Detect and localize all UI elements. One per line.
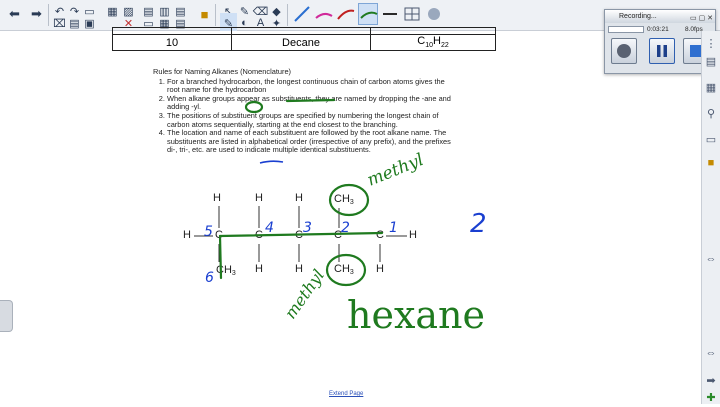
atom-h: H — [213, 192, 221, 204]
toolbar-divider — [287, 4, 288, 26]
atom-c: C — [295, 229, 303, 241]
methyl-group-bottom-left: CH3 — [216, 264, 236, 277]
record-button[interactable] — [611, 38, 637, 64]
pen-color-1[interactable] — [292, 3, 312, 25]
atom-h: H — [295, 192, 303, 204]
gallery-icon[interactable]: ▦ — [703, 81, 719, 97]
expand-arrows-icon[interactable]: ⇔ — [703, 253, 719, 269]
rule-item: The location and name of each substituen… — [167, 128, 453, 155]
sidebar-grip-icon[interactable]: ⋮ — [703, 37, 719, 53]
formula-text: C — [417, 35, 426, 48]
extend-page-link[interactable]: Extend Page — [329, 391, 363, 397]
formula-text: H — [433, 35, 441, 48]
attachments-icon[interactable]: ⚲ — [703, 107, 719, 123]
rule-item: The positions of substituent groups are … — [167, 111, 453, 129]
insert-table-icon[interactable]: ▦ — [104, 1, 121, 21]
atom-h: H — [183, 229, 191, 241]
rule-item: When alkane groups appear as substituent… — [167, 94, 453, 112]
subscript-3: 3 — [349, 199, 354, 206]
atom-h: H — [255, 263, 263, 275]
formula-subscript: 10 — [425, 42, 433, 50]
table-row: 10 Decane C10H22 — [112, 34, 496, 51]
nomenclature-rules: Rules for Naming Alkanes (Nomenclature) … — [153, 67, 453, 155]
collapse-arrows-icon[interactable]: ⇔ — [703, 347, 719, 363]
atom-c: C — [215, 229, 223, 241]
back-arrow-icon[interactable]: ⬅ — [6, 4, 23, 24]
table-cell-formula: C10H22 — [370, 34, 496, 51]
atom-h: H — [376, 263, 384, 275]
add-page-icon[interactable]: ➡ — [703, 374, 719, 390]
volume-slider[interactable] — [608, 26, 644, 33]
subscript-3: 3 — [231, 270, 236, 277]
pen-color-5[interactable] — [380, 3, 400, 25]
recording-time: 0:03:21 — [647, 26, 669, 33]
methyl-group-bottom: CH3 — [334, 263, 354, 276]
forward-arrow-icon[interactable]: ➡ — [28, 4, 45, 24]
new-page-icon[interactable]: ✚ — [703, 391, 719, 407]
pen-color-2[interactable] — [314, 3, 334, 25]
page-sorter-icon[interactable]: ▤ — [703, 55, 719, 71]
table-tool-icon[interactable] — [402, 3, 422, 25]
pen-color-3[interactable] — [336, 3, 356, 25]
rules-title: Rules for Naming Alkanes (Nomenclature) — [153, 67, 292, 76]
rules-list: For a branched hydrocarbon, the longest … — [153, 77, 453, 155]
ch-text: CH — [334, 193, 350, 205]
methyl-group-top: CH3 — [334, 193, 354, 206]
window-controls[interactable]: ▭ ▢ ✕ — [690, 12, 713, 25]
screen-shade-icon[interactable]: ■ — [196, 4, 213, 24]
properties-icon[interactable]: ▭ — [703, 133, 719, 149]
recorder-title: Recording... — [619, 13, 657, 20]
left-page-tab[interactable] — [0, 300, 13, 332]
save-icon[interactable]: ▣ — [81, 13, 98, 33]
alkane-table: 10 Decane C10H22 — [112, 27, 496, 51]
table-cell — [112, 27, 232, 35]
table-row — [112, 27, 496, 35]
table-cell — [370, 27, 496, 35]
subscript-3: 3 — [349, 269, 354, 276]
atom-h: H — [295, 263, 303, 275]
atom-c: C — [255, 229, 263, 241]
pen-color-4-selected[interactable] — [358, 3, 378, 25]
ch-text: CH — [334, 263, 350, 275]
right-sidebar: ⋮ ▤ ▦ ⚲ ▭ ■ ⇔ ⇔ ➡ ✚ — [701, 31, 720, 404]
atom-h: H — [255, 192, 263, 204]
atom-c: C — [376, 229, 384, 241]
table-cell — [231, 27, 371, 35]
recorder-titlebar[interactable]: Recording... ▭ ▢ ✕ — [605, 10, 715, 23]
rule-item: For a branched hydrocarbon, the longest … — [167, 77, 453, 95]
formula-subscript: 22 — [440, 42, 449, 50]
screen-view-icon[interactable] — [424, 3, 444, 25]
atom-h: H — [409, 229, 417, 241]
pause-button[interactable] — [649, 38, 675, 64]
toolbar-divider — [215, 4, 216, 26]
table-cell: Decane — [231, 34, 371, 51]
atom-c: C — [334, 229, 342, 241]
toolbar-divider — [48, 4, 49, 26]
screen-recorder-window[interactable]: Recording... ▭ ▢ ✕ 0:03:21 8.0fps — [604, 9, 716, 74]
addons-icon[interactable]: ■ — [703, 157, 719, 173]
table-cell: 10 — [112, 34, 232, 51]
ch-text: CH — [216, 264, 232, 276]
